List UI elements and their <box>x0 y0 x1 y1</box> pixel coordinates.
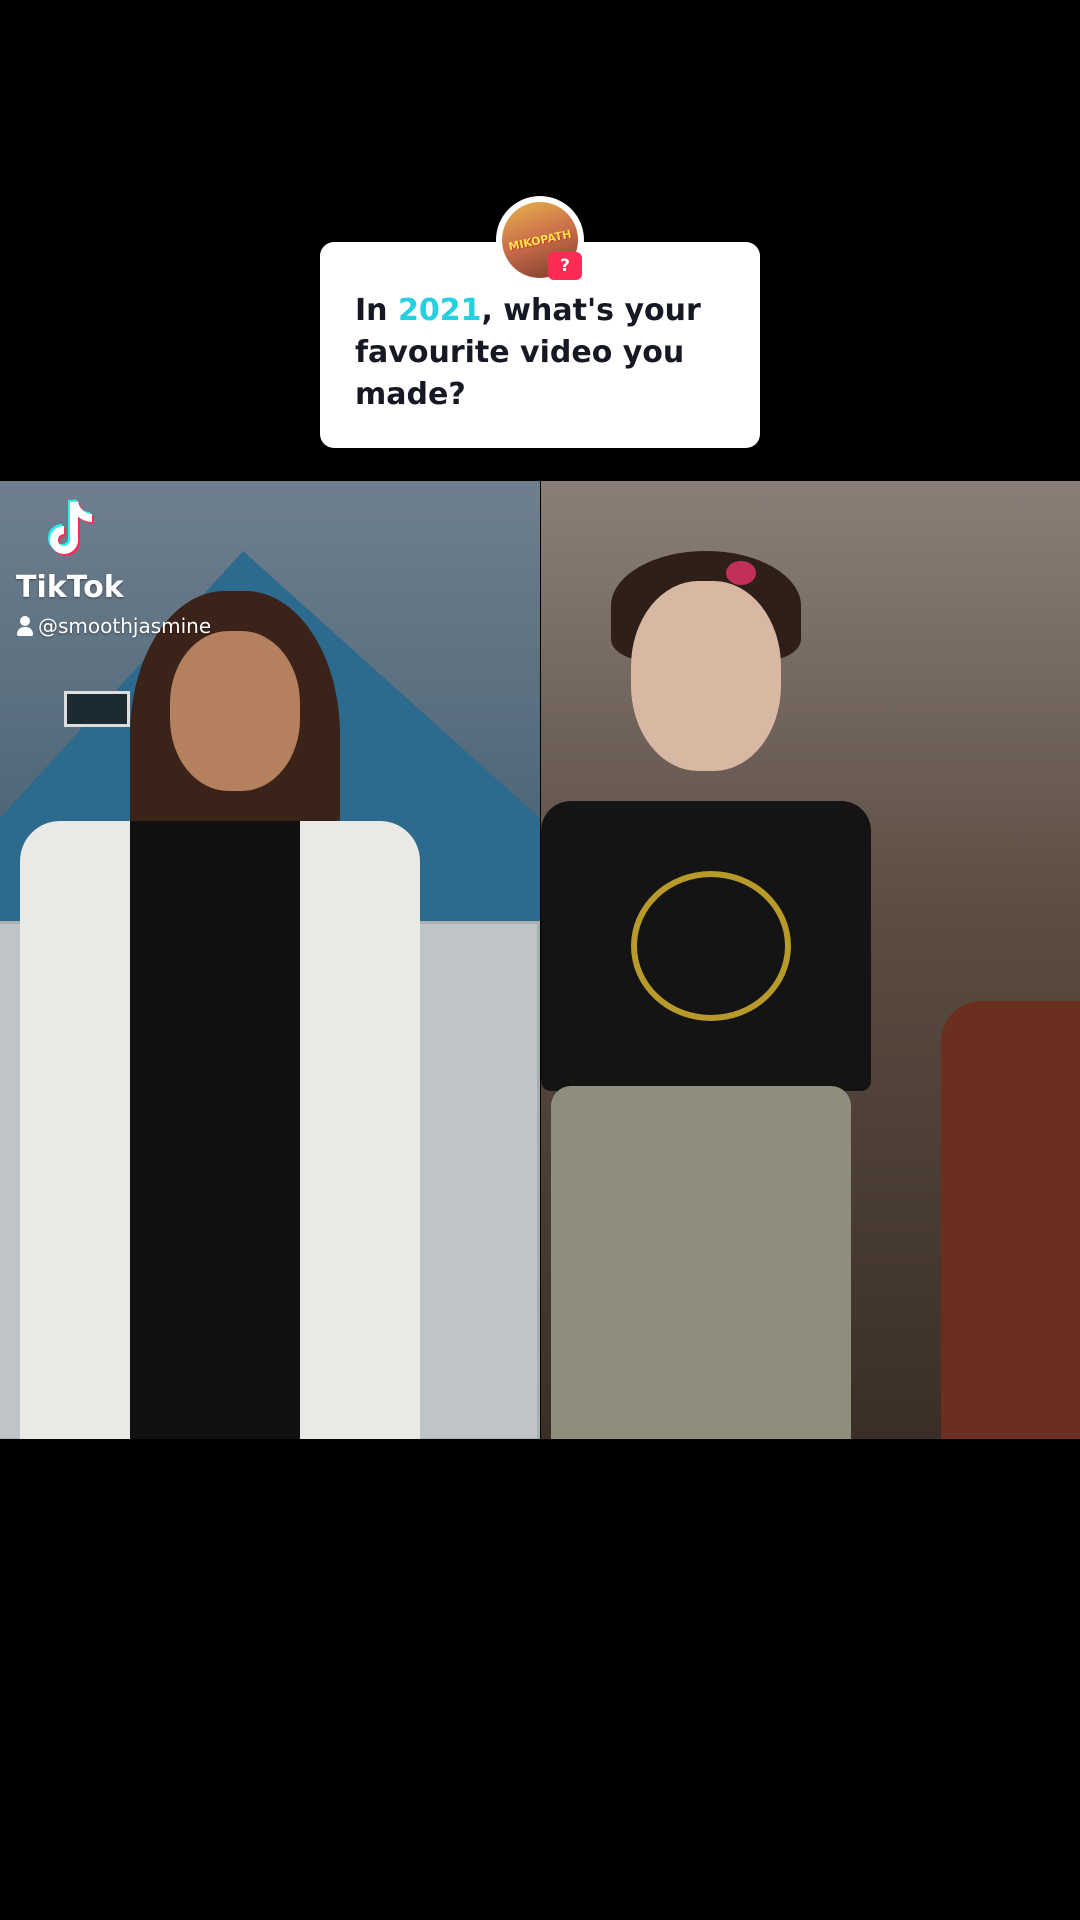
tiktok-note-icon <box>48 498 95 556</box>
door-right <box>410 921 540 1439</box>
user-icon <box>16 616 34 636</box>
face <box>631 581 781 771</box>
person-right <box>541 541 1080 1439</box>
creator-username: @smoothjasmine <box>38 614 212 638</box>
question-text: In 2021, what's your favourite video you… <box>355 290 730 416</box>
scrunchie <box>726 561 756 585</box>
avatar-logo-text: MIKOPATH <box>507 227 573 254</box>
question-year-highlight: 2021 <box>397 293 482 328</box>
tshirt-logo <box>631 871 791 1021</box>
tiktok-brand: TikTok <box>16 570 124 605</box>
shirt <box>130 821 300 1439</box>
creator-handle: @smoothjasmine <box>16 614 211 638</box>
question-prefix: In <box>355 293 398 328</box>
face <box>170 631 300 791</box>
question-badge-icon: ? <box>548 252 582 280</box>
pants <box>551 1086 851 1439</box>
video-right[interactable] <box>541 481 1080 1439</box>
person-left <box>20 591 420 1439</box>
